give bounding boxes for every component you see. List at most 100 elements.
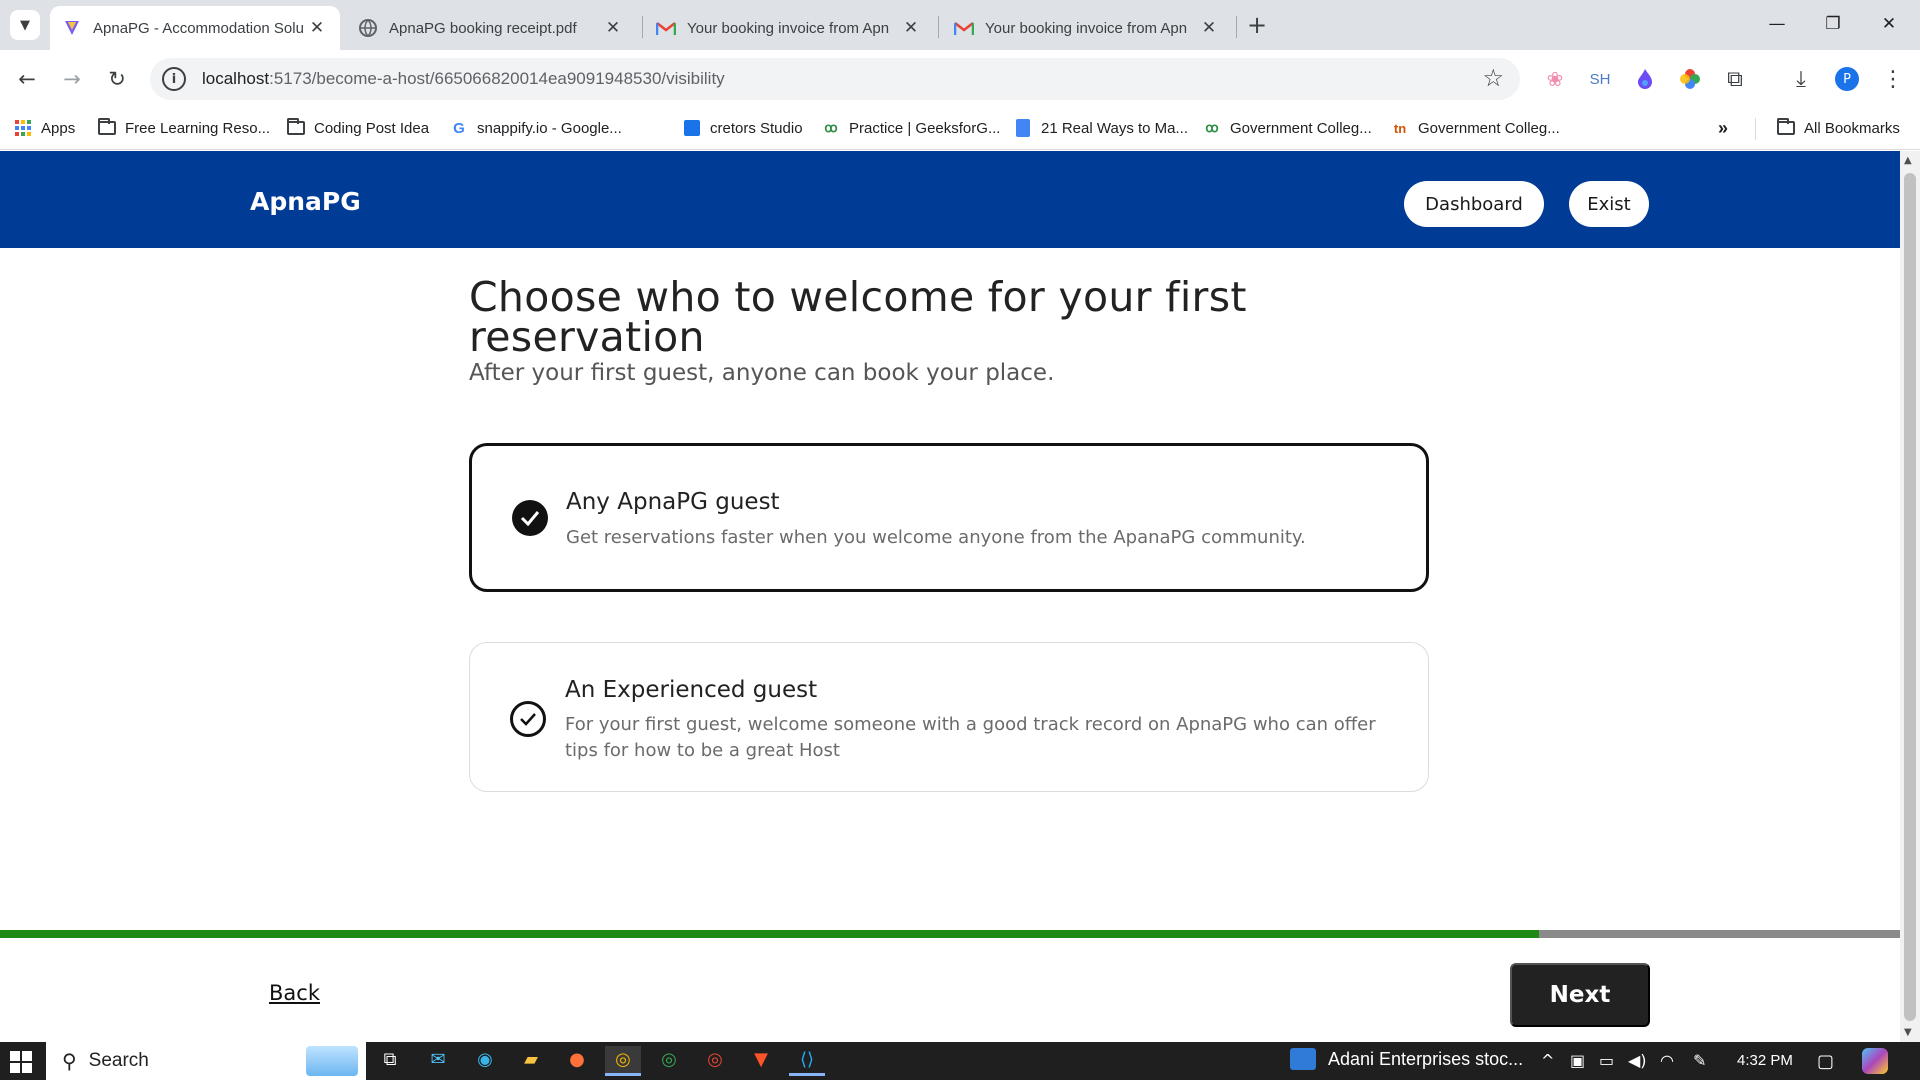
bookmark-geeksforgeeks[interactable]: ꝏ Practice | GeeksforG... <box>822 116 1000 140</box>
dashboard-button[interactable]: Dashboard <box>1404 181 1544 227</box>
bookmark-government-college-1[interactable]: ꝏ Government Colleg... <box>1203 116 1371 140</box>
page-scrollbar[interactable]: ▲ ▼ <box>1900 151 1920 1042</box>
close-icon: ✕ <box>1881 14 1897 34</box>
option-experienced-guest[interactable]: An Experienced guest For your first gues… <box>469 642 1429 792</box>
forward-nav-button[interactable]: → <box>55 62 89 96</box>
chrome-icon[interactable]: ◎ <box>605 1046 641 1076</box>
close-icon[interactable]: ✕ <box>900 18 922 38</box>
extensions-puzzle-icon[interactable]: ⧉ <box>1720 64 1750 94</box>
site-info-icon[interactable]: i <box>162 67 186 91</box>
chevron-up-icon[interactable]: ^ <box>1541 1051 1554 1070</box>
tab-gmail-invoice-2[interactable]: Your booking invoice from Apn ✕ <box>942 6 1232 50</box>
new-tab-button[interactable]: + <box>1242 10 1272 40</box>
close-icon[interactable]: ✕ <box>1198 18 1220 38</box>
windows-start-icon[interactable] <box>10 1051 32 1073</box>
lotus-extension-icon[interactable]: ❀ <box>1540 64 1570 94</box>
progress-bar <box>0 930 1900 938</box>
address-bar[interactable]: i localhost:5173/become-a-host/665066820… <box>150 58 1520 100</box>
arrow-right-icon: → <box>63 67 81 91</box>
bookmark-label: 21 Real Ways to Ma... <box>1041 119 1188 137</box>
meet-icon[interactable]: ▣ <box>1570 1051 1585 1070</box>
apps-grid-icon <box>14 119 32 137</box>
bookmark-snappify[interactable]: G snappify.io - Google... <box>450 116 622 140</box>
site-logo[interactable]: ApnaPG <box>250 187 361 216</box>
windows-taskbar: ⚲ Search ⧉ ✉ ◉ ▰ ● ◎ ◎ ◎ ▼ ⟨⟩ Adani Ente… <box>0 1042 1920 1080</box>
download-icon[interactable]: ⤓ <box>1786 64 1816 94</box>
option-title: Any ApnaPG guest <box>566 489 780 515</box>
tab-search-button[interactable]: ▼ <box>10 10 40 40</box>
profile-avatar[interactable]: P <box>1832 64 1862 94</box>
news-widget[interactable]: Adani Enterprises stoc... <box>1290 1048 1523 1070</box>
tab-strip: ▼ ApnaPG - Accommodation Solu ✕ ApnaPG b… <box>0 0 1920 50</box>
url-text[interactable]: localhost:5173/become-a-host/66506682001… <box>202 69 725 89</box>
bookmark-star-icon[interactable]: ☆ <box>1482 64 1504 92</box>
news-icon <box>1290 1048 1316 1070</box>
bookmark-label: Government Colleg... <box>1418 119 1560 137</box>
taskbar-search-label: Search <box>88 1050 149 1071</box>
reload-button[interactable]: ↻ <box>100 62 134 96</box>
file-explorer-icon[interactable]: ▰ <box>513 1046 549 1076</box>
color-wheel-extension-icon[interactable] <box>1675 64 1705 94</box>
back-nav-button[interactable]: ← <box>10 62 44 96</box>
mail-icon[interactable]: ✉ <box>420 1046 456 1076</box>
back-link[interactable]: Back <box>269 981 320 1005</box>
bookmark-label: Coding Post Idea <box>314 119 430 137</box>
bookmark-government-college-2[interactable]: tn Government Colleg... <box>1391 116 1560 140</box>
more-bookmarks-button[interactable]: » <box>1718 116 1728 140</box>
browser-toolbar: ← → ↻ i localhost:5173/become-a-host/665… <box>0 50 1920 107</box>
chrome-profile-icon[interactable]: ◎ <box>651 1046 687 1076</box>
google-icon: G <box>453 119 465 137</box>
sh-extension-icon[interactable]: SH <box>1585 64 1615 94</box>
firefox-icon[interactable]: ● <box>559 1046 595 1076</box>
chrome-alt-icon[interactable]: ◎ <box>697 1046 733 1076</box>
restore-button[interactable]: ❐ <box>1816 8 1850 40</box>
flame-extension-icon[interactable] <box>1630 64 1660 94</box>
all-bookmarks-button[interactable]: All Bookmarks <box>1777 116 1900 140</box>
gfg-icon: ꝏ <box>824 120 838 135</box>
tab-apnapg[interactable]: ApnaPG - Accommodation Solu ✕ <box>50 6 340 50</box>
bookmark-apps[interactable]: Apps <box>14 116 75 140</box>
profile-initial: P <box>1835 67 1859 91</box>
vscode-icon[interactable]: ⟨⟩ <box>789 1046 825 1076</box>
arrow-left-icon: ← <box>18 67 36 91</box>
edge-icon[interactable]: ◉ <box>467 1046 503 1076</box>
option-description: Get reservations faster when you welcome… <box>566 527 1306 548</box>
battery-icon[interactable]: ▭ <box>1599 1051 1614 1070</box>
news-headline: Adani Enterprises stoc... <box>1328 1048 1524 1069</box>
bookmark-coding-post-idea[interactable]: Coding Post Idea <box>287 116 429 140</box>
calendar-icon <box>683 119 701 137</box>
scroll-down-icon[interactable]: ▼ <box>1904 1027 1912 1038</box>
task-view-icon[interactable]: ⧉ <box>372 1046 408 1076</box>
tab-gmail-invoice-1[interactable]: Your booking invoice from Apn ✕ <box>644 6 934 50</box>
pen-icon[interactable]: ✎ <box>1693 1051 1706 1070</box>
option-any-guest[interactable]: Any ApnaPG guest Get reservations faster… <box>469 443 1429 592</box>
browser-menu-icon[interactable]: ⋮ <box>1878 64 1908 94</box>
gfg-icon: ꝏ <box>1205 120 1219 135</box>
checkmark-filled-icon <box>512 500 548 536</box>
volume-icon[interactable]: ◀) <box>1628 1051 1647 1070</box>
scroll-up-icon[interactable]: ▲ <box>1904 155 1912 166</box>
bookmark-real-ways[interactable]: 21 Real Ways to Ma... <box>1014 116 1188 140</box>
scrollbar-thumb[interactable] <box>1904 173 1916 1021</box>
brave-icon[interactable]: ▼ <box>743 1046 779 1076</box>
close-window-button[interactable]: ✕ <box>1872 8 1906 40</box>
exit-button[interactable]: Exist <box>1569 181 1649 227</box>
tab-receipt-pdf[interactable]: ApnaPG booking receipt.pdf ✕ <box>346 6 636 50</box>
url-host: localhost <box>202 69 270 88</box>
tab-title: Your booking invoice from Apn <box>985 19 1188 37</box>
notification-icon[interactable]: ▢ <box>1817 1051 1834 1072</box>
close-icon[interactable]: ✕ <box>306 18 328 38</box>
close-icon[interactable]: ✕ <box>602 18 624 38</box>
bookmark-label: All Bookmarks <box>1804 119 1900 137</box>
copilot-icon[interactable] <box>1862 1048 1888 1074</box>
next-button[interactable]: Next <box>1510 963 1650 1027</box>
bookmark-cretors-studio[interactable]: cretors Studio <box>683 116 803 140</box>
clock[interactable]: 4:32 PM <box>1737 1052 1793 1069</box>
minimize-button[interactable]: — <box>1760 8 1794 40</box>
option-title: An Experienced guest <box>565 677 818 703</box>
taskbar-search-box[interactable]: ⚲ Search <box>46 1042 366 1080</box>
restore-icon: ❐ <box>1825 14 1841 34</box>
bookmark-free-learning[interactable]: Free Learning Reso... <box>98 116 270 140</box>
page-subtitle: After your first guest, anyone can book … <box>469 360 1055 386</box>
wifi-icon[interactable]: ◠ <box>1660 1051 1674 1070</box>
